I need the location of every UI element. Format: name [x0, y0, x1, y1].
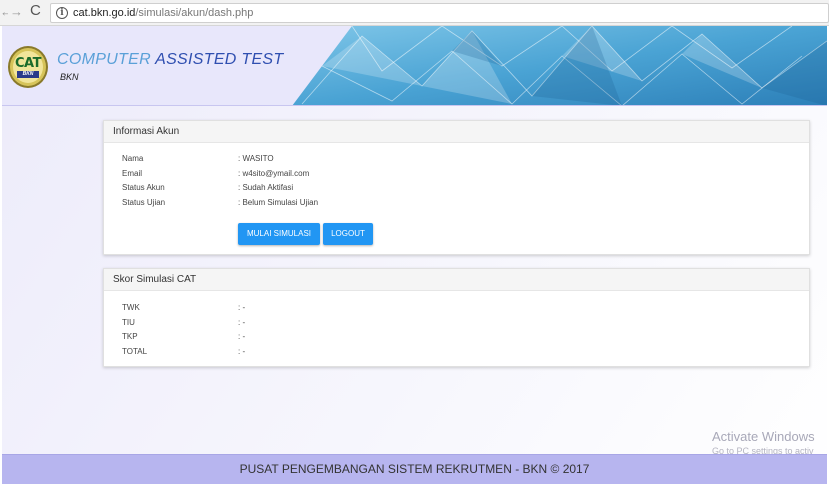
- row-value: : w4sito@ymail.com: [238, 169, 310, 178]
- score-row-twk: TWK : -: [122, 301, 245, 315]
- row-label: TOTAL: [122, 347, 148, 356]
- account-row-name: Nama : WASITO: [122, 152, 274, 166]
- activate-windows-watermark: Activate Windows: [712, 429, 815, 444]
- row-value: : -: [238, 332, 246, 341]
- app-title-part1: COMPUTER: [57, 51, 156, 68]
- reload-icon[interactable]: C: [30, 3, 41, 19]
- app-title: COMPUTER ASSISTED TEST: [57, 51, 283, 69]
- account-info-panel: Informasi Akun Nama : WASITO Email : w4sit…: [103, 120, 810, 255]
- start-simulation-button[interactable]: MULAI SIMULASI: [238, 223, 320, 245]
- info-icon[interactable]: i: [56, 7, 68, 19]
- browser-toolbar: ← → C i cat.bkn.go.id/simulasi/akun/dash…: [0, 0, 829, 26]
- row-value: : -: [238, 318, 246, 327]
- logo-sub: BKN: [17, 71, 39, 78]
- cat-logo: CAT BKN: [8, 46, 48, 88]
- logo-text: CAT: [15, 56, 41, 71]
- row-value: : -: [238, 303, 246, 312]
- row-label: Status Akun: [122, 183, 165, 192]
- score-panel: Skor Simulasi CAT TWK : - TIU : - TKP : - T…: [103, 268, 810, 367]
- row-label: TKP: [122, 332, 138, 341]
- row-label: TIU: [122, 318, 135, 327]
- site-header: CAT BKN COMPUTER ASSISTED TEST BKN: [2, 26, 827, 106]
- app-title-part2: ASSISTED TEST: [155, 51, 284, 68]
- row-label: TWK: [122, 303, 140, 312]
- row-value: : WASITO: [238, 154, 274, 163]
- score-row-tkp: TKP : -: [122, 330, 245, 344]
- page: CAT BKN COMPUTER ASSISTED TEST BKN Infor…: [2, 26, 827, 484]
- score-row-tiu: TIU : -: [122, 316, 245, 330]
- back-arrow-icon[interactable]: ←: [0, 4, 8, 20]
- account-row-email: Email : w4sito@ymail.com: [122, 167, 309, 181]
- panel-title: Skor Simulasi CAT: [104, 269, 809, 291]
- account-row-status: Status Akun : Sudah Aktifasi: [122, 181, 293, 195]
- url-text[interactable]: cat.bkn.go.id/simulasi/akun/dash.php: [73, 7, 253, 19]
- row-label: Status Ujian: [122, 198, 166, 207]
- site-footer: PUSAT PENGEMBANGAN SISTEM REKRUTMEN - BK…: [2, 454, 827, 484]
- account-row-exam-status: Status Ujian : Belum Simulasi Ujian: [122, 196, 318, 210]
- logout-button[interactable]: LOGOUT: [323, 223, 373, 245]
- address-bar[interactable]: i cat.bkn.go.id/simulasi/akun/dash.php: [50, 3, 829, 23]
- url-host: cat.bkn.go.id: [73, 7, 136, 19]
- url-path: /simulasi/akun/dash.php: [135, 7, 254, 19]
- panel-title: Informasi Akun: [104, 121, 809, 143]
- row-label: Nama: [122, 154, 144, 163]
- app-subtitle: BKN: [60, 72, 79, 82]
- score-row-total: TOTAL : -: [122, 345, 245, 359]
- row-value: : Sudah Aktifasi: [238, 183, 294, 192]
- row-value: : -: [238, 347, 246, 356]
- row-value: : Belum Simulasi Ujian: [238, 198, 319, 207]
- forward-arrow-icon[interactable]: →: [10, 4, 23, 20]
- row-label: Email: [122, 169, 143, 178]
